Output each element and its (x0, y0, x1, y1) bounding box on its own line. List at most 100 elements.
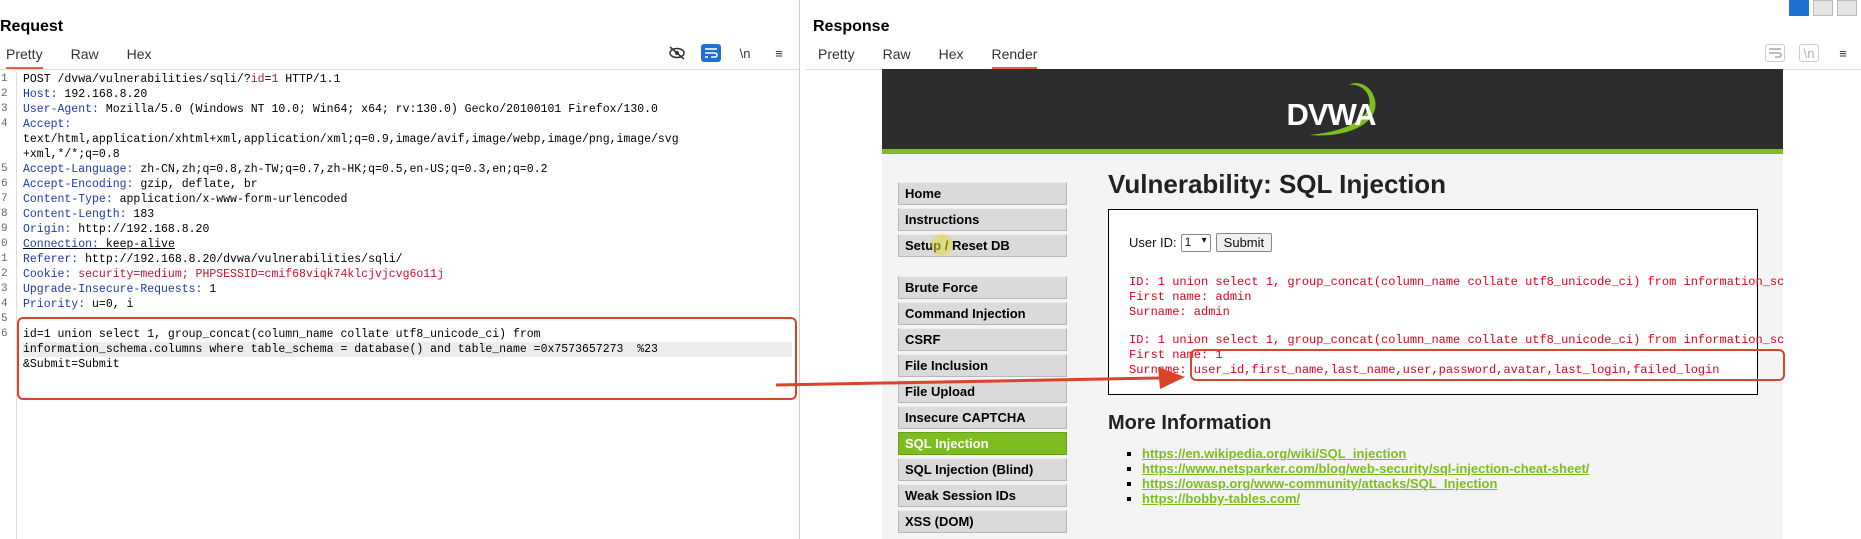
menu-item-home[interactable]: Home (898, 182, 1067, 205)
response-tabs: Pretty Raw Hex Render (818, 44, 1065, 69)
menu-item-sql-injection-blind[interactable]: SQL Injection (Blind) (898, 458, 1067, 481)
header-key: Content-Type: (23, 193, 120, 206)
menu-item-insecure-captcha[interactable]: Insecure CAPTCHA (898, 406, 1067, 429)
header-value: http://192.168.8.20 (78, 223, 210, 236)
link-netsparker[interactable]: https://www.netsparker.com/blog/web-secu… (1142, 461, 1589, 476)
header-line: text/html,application/xhtml+xml,applicat… (23, 132, 792, 147)
more-info-links: https://en.wikipedia.org/wiki/SQL_inject… (1142, 446, 1589, 506)
page-title: Vulnerability: SQL Injection (1108, 169, 1447, 199)
rendered-page: DVWA Home Instructions Setup / Reset DB … (882, 69, 1783, 539)
menu-item-setup[interactable]: Setup / Reset DB (898, 234, 1067, 257)
hide-nonprintable-icon[interactable] (667, 44, 687, 62)
line-number-gutter: 1 2 3 4 5 6 7 8 9 0 1 2 3 4 5 6 (0, 72, 17, 539)
menu-item-sql-injection[interactable]: SQL Injection (898, 432, 1067, 455)
dvwa-logo-text: DVWA (1286, 97, 1377, 132)
link-wikipedia[interactable]: https://en.wikipedia.org/wiki/SQL_inject… (1142, 446, 1589, 461)
header-line: Host: 192.168.8.20 (23, 87, 792, 102)
header-line: User-Agent: Mozilla/5.0 (Windows NT 10.0… (23, 102, 792, 117)
submit-button[interactable]: Submit (1215, 233, 1273, 252)
header-key: Referer: (23, 253, 86, 266)
line-number: 4 (1, 298, 8, 310)
header-key: Priority: (23, 298, 93, 311)
query-result-1: ID: 1 union select 1, group_concat(colum… (1129, 275, 1783, 319)
show-newlines-icon[interactable]: \n (735, 44, 755, 62)
header-line: Upgrade-Insecure-Requests: 1 (23, 282, 792, 297)
header-key: Accept-Encoding: (23, 178, 141, 191)
dvwa-main: Vulnerability: SQL Injection User ID: 1 … (1108, 169, 1783, 395)
cursor-highlight (931, 234, 953, 256)
header-value: gzip, deflate, br (140, 178, 258, 191)
dvwa-header: DVWA (882, 69, 1783, 154)
menu-item-csrf[interactable]: CSRF (898, 328, 1067, 351)
line-number (0, 132, 16, 147)
request-pane: Request Pretty Raw Hex \n ≡ 1 2 3 4 5 6 … (0, 0, 800, 539)
request-line: POST /dvwa/vulnerabilities/sqli/?id=1 HT… (23, 72, 792, 87)
header-key: Connection: (23, 238, 106, 251)
request-tab-hex[interactable]: Hex (127, 44, 152, 69)
header-key: Origin: (23, 223, 79, 236)
line-number: 2 (1, 268, 8, 280)
line-number: 1 (1, 73, 8, 85)
header-line: Accept-Language: zh-CN,zh;q=0.8,zh-TW;q=… (23, 162, 792, 177)
line-number: 5 (1, 163, 8, 175)
dvwa-menu: Home Instructions Setup / Reset DB Brute… (898, 182, 1067, 536)
menu-item-file-inclusion[interactable]: File Inclusion (898, 354, 1067, 377)
header-key: Cookie: (23, 268, 79, 281)
header-value: text/html,application/xhtml+xml,applicat… (23, 133, 679, 146)
line-number: 9 (1, 223, 8, 235)
user-id-select[interactable]: 1 (1180, 233, 1211, 252)
header-line: +xml,*/*;q=0.8 (23, 147, 792, 162)
wrap-lines-icon[interactable] (1765, 44, 1785, 62)
response-tab-raw[interactable]: Raw (883, 44, 911, 69)
menu-item-brute-force[interactable]: Brute Force (898, 276, 1067, 299)
line-number: 4 (1, 118, 8, 130)
more-info-heading: More Information (1108, 412, 1272, 434)
http-version: HTTP/1.1 (278, 73, 341, 86)
response-tab-hex[interactable]: Hex (939, 44, 964, 69)
cookie-value: security=medium; PHPSESSID=cmif68viqk74k… (78, 268, 444, 281)
link-bobby-tables[interactable]: https://bobby-tables.com/ (1142, 491, 1589, 506)
header-line: Content-Type: application/x-www-form-url… (23, 192, 792, 207)
request-editor[interactable]: 1 2 3 4 5 6 7 8 9 0 1 2 3 4 5 6 POST /dv… (0, 72, 798, 539)
header-line: Connection: keep-alive (23, 237, 792, 252)
line-number: 7 (1, 193, 8, 205)
menu-spacer (898, 260, 1067, 276)
menu-item-weak-session-ids[interactable]: Weak Session IDs (898, 484, 1067, 507)
header-value: http://192.168.8.20/dvwa/vulnerabilities… (85, 253, 403, 266)
header-value: zh-CN,zh;q=0.8,zh-TW;q=0.7,zh-HK;q=0.5,e… (140, 163, 548, 176)
menu-item-xss-dom[interactable]: XSS (DOM) (898, 510, 1067, 533)
menu-icon[interactable]: ≡ (1833, 44, 1853, 62)
menu-item-file-upload[interactable]: File Upload (898, 380, 1067, 403)
show-newlines-icon[interactable]: \n (1799, 44, 1819, 62)
result-highlight-box (1190, 349, 1785, 381)
response-tab-render[interactable]: Render (991, 44, 1038, 69)
request-tab-raw[interactable]: Raw (71, 44, 99, 69)
line-number: 3 (1, 103, 8, 115)
header-key: User-Agent: (23, 103, 106, 116)
menu-icon[interactable]: ≡ (769, 44, 789, 62)
request-title: Request (0, 18, 64, 35)
header-line: Accept: (23, 117, 792, 132)
header-line: Accept-Encoding: gzip, deflate, br (23, 177, 792, 192)
request-toolbar: \n ≡ (667, 44, 789, 62)
menu-item-command-injection[interactable]: Command Injection (898, 302, 1067, 325)
header-line: Cookie: security=medium; PHPSESSID=cmif6… (23, 267, 792, 282)
param-name: id (250, 73, 265, 86)
header-value: keep-alive (105, 238, 175, 251)
payload-highlight-box (17, 317, 797, 400)
header-key: Upgrade-Insecure-Requests: (23, 283, 210, 296)
header-value: Mozilla/5.0 (Windows NT 10.0; Win64; x64… (105, 103, 658, 116)
menu-item-instructions[interactable]: Instructions (898, 208, 1067, 231)
dvwa-logo: DVWA (1279, 77, 1387, 141)
header-line: Content-Length: 183 (23, 207, 792, 222)
link-owasp[interactable]: https://owasp.org/www-community/attacks/… (1142, 476, 1589, 491)
user-id-form: User ID: 1 Submit (1129, 233, 1273, 252)
header-key: Content-Length: (23, 208, 134, 221)
response-tab-pretty[interactable]: Pretty (818, 44, 855, 69)
header-value: application/x-www-form-urlencoded (119, 193, 348, 206)
wrap-lines-icon[interactable] (701, 44, 721, 62)
line-number: 3 (1, 283, 8, 295)
request-tab-pretty[interactable]: Pretty (6, 44, 43, 69)
header-value: 183 (133, 208, 155, 221)
response-pane: Response Pretty Raw Hex Render \n ≡ DVWA… (806, 0, 1861, 539)
